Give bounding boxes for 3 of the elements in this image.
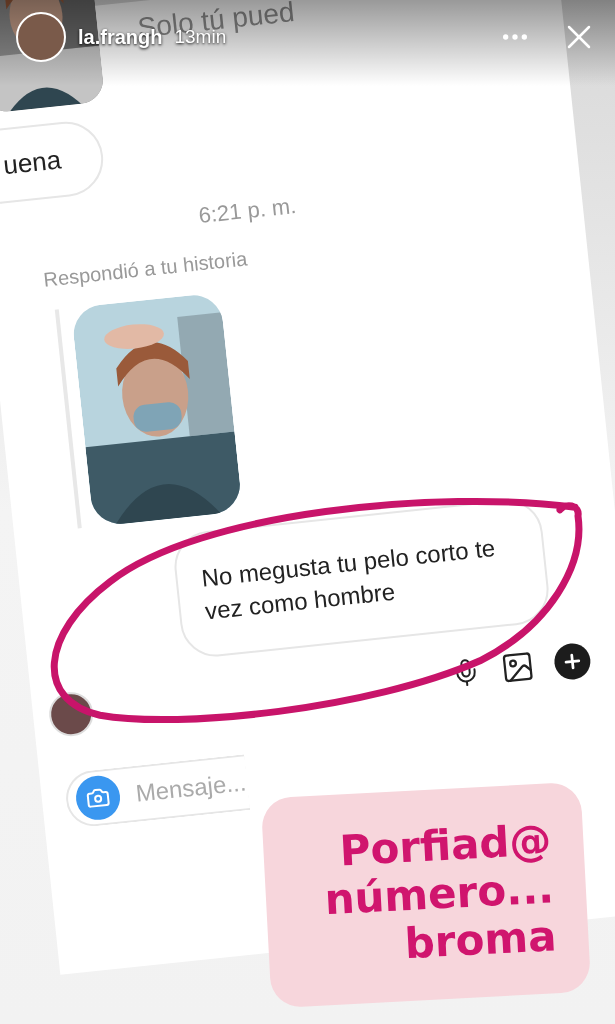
timestamp: 6:21 p. m.	[197, 191, 298, 231]
message-input[interactable]: Mensaje...	[133, 764, 250, 812]
reply-label: Respondió a tu historia	[42, 246, 249, 293]
